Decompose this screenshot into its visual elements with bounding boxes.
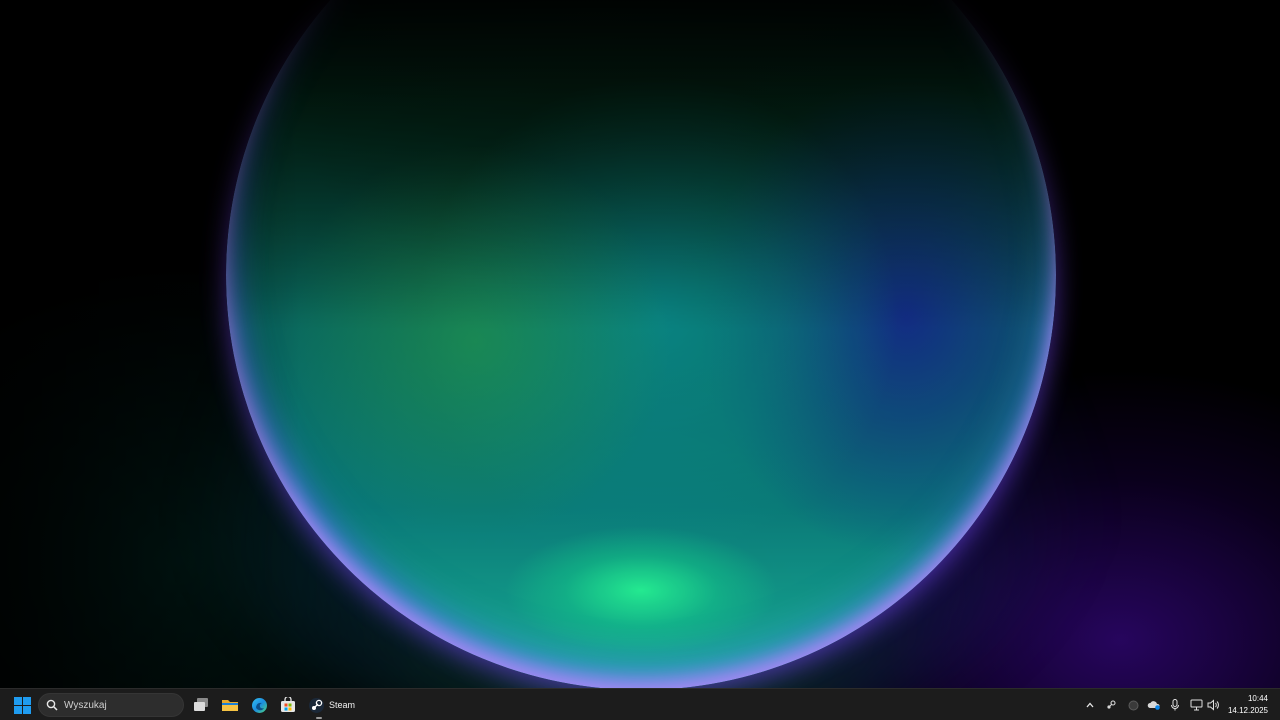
taskbar: Wyszukaj Steam 10:44 14.12.2025 bbox=[0, 688, 1280, 720]
store-icon bbox=[281, 697, 295, 712]
edge-icon bbox=[251, 697, 267, 713]
store-button[interactable] bbox=[275, 692, 301, 718]
chevron-up-icon bbox=[1086, 702, 1094, 708]
volume-button[interactable] bbox=[1205, 697, 1221, 713]
edge-button[interactable] bbox=[246, 692, 272, 718]
search-placeholder: Wyszukaj bbox=[64, 699, 107, 711]
search-box[interactable]: Wyszukaj bbox=[38, 693, 184, 717]
clock-time: 10:44 bbox=[1247, 694, 1268, 703]
network-button[interactable] bbox=[1188, 697, 1204, 713]
microphone-icon bbox=[1171, 699, 1179, 711]
file-explorer-button[interactable] bbox=[217, 692, 243, 718]
onedrive-icon bbox=[1147, 701, 1160, 710]
task-view-icon bbox=[194, 698, 208, 711]
microphone-button[interactable] bbox=[1167, 697, 1183, 713]
network-icon bbox=[1190, 699, 1202, 711]
desktop-wallpaper bbox=[0, 0, 1280, 688]
show-hidden-icons-button[interactable] bbox=[1082, 697, 1098, 713]
task-view-button[interactable] bbox=[188, 692, 214, 718]
clock-date: 14.12.2025 bbox=[1227, 706, 1268, 715]
circle-tray-button[interactable] bbox=[1125, 697, 1141, 713]
wallpaper-shade-left bbox=[0, 0, 300, 688]
volume-icon bbox=[1207, 699, 1219, 711]
steam-tray-button[interactable] bbox=[1103, 697, 1119, 713]
circle-tray-icon bbox=[1128, 700, 1138, 710]
steam-app-label: Steam bbox=[329, 700, 356, 710]
steam-taskbar-button[interactable]: Steam bbox=[303, 692, 359, 718]
folder-icon bbox=[222, 700, 238, 711]
start-button[interactable] bbox=[9, 692, 35, 718]
clock[interactable]: 10:44 14.12.2025 bbox=[1228, 693, 1268, 717]
onedrive-tray-button[interactable] bbox=[1146, 697, 1162, 713]
windows-logo-icon bbox=[13, 696, 31, 714]
search-icon bbox=[46, 699, 58, 711]
steam-icon bbox=[309, 697, 324, 713]
steam-tray-icon bbox=[1107, 700, 1116, 709]
running-indicator bbox=[316, 717, 322, 719]
